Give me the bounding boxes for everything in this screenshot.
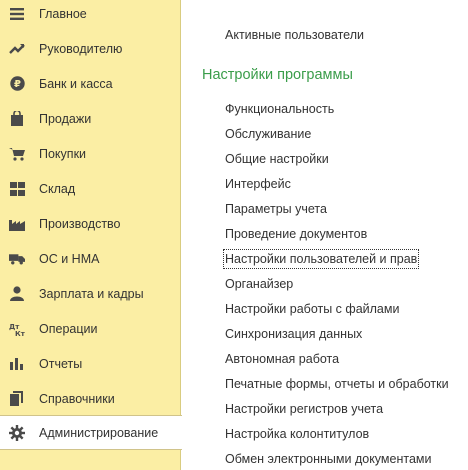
settings-link-document-posting[interactable]: Проведение документов [225, 226, 367, 242]
sidebar-item-production[interactable]: Производство [0, 206, 181, 241]
settings-link-organizer[interactable]: Органайзер [225, 276, 293, 292]
sidebar-item-operations[interactable]: Дт Кт Операции [0, 311, 181, 346]
sidebar-item-fixed-assets[interactable]: ОС и НМА [0, 241, 181, 276]
shopping-bag-icon [9, 111, 25, 127]
debit-credit-icon: Дт Кт [9, 321, 25, 337]
ruble-coin-icon: ₽ [9, 76, 25, 92]
sidebar-item-manager[interactable]: Руководителю [0, 31, 181, 66]
sidebar-item-label: Руководителю [39, 41, 123, 56]
sidebar-item-label: Покупки [39, 146, 87, 161]
sidebar: Главное Руководителю ₽ Банк и касса Прод… [0, 0, 182, 470]
active-users-link[interactable]: Активные пользователи [225, 27, 364, 43]
settings-link-interface[interactable]: Интерфейс [225, 176, 291, 192]
sidebar-item-administration[interactable]: Администрирование [0, 415, 182, 450]
factory-icon [9, 216, 25, 232]
svg-text:₽: ₽ [14, 79, 21, 90]
sidebar-item-label: Отчеты [39, 356, 83, 371]
sidebar-item-references[interactable]: Справочники [0, 381, 181, 416]
chart-trend-icon [9, 41, 25, 57]
menu-icon [9, 6, 25, 22]
warehouse-grid-icon [9, 181, 25, 197]
sidebar-item-label: Главное [39, 6, 87, 21]
settings-link-print-forms[interactable]: Печатные формы, отчеты и обработки [225, 376, 449, 392]
sidebar-item-sales[interactable]: Продажи [0, 101, 181, 136]
sidebar-item-label: Банк и касса [39, 76, 113, 91]
person-icon [9, 286, 25, 302]
sidebar-item-label: ОС и НМА [39, 251, 100, 266]
truck-icon [9, 251, 25, 267]
settings-link-accounting-params[interactable]: Параметры учета [225, 201, 327, 217]
settings-link-data-sync[interactable]: Синхронизация данных [225, 326, 362, 342]
settings-link-maintenance[interactable]: Обслуживание [225, 126, 311, 142]
books-icon [9, 391, 25, 407]
sidebar-item-purchases[interactable]: Покупки [0, 136, 181, 171]
settings-link-general[interactable]: Общие настройки [225, 151, 329, 167]
sidebar-item-label: Зарплата и кадры [39, 286, 144, 301]
settings-link-users-rights[interactable]: Настройки пользователей и прав [222, 249, 420, 269]
sidebar-item-bank[interactable]: ₽ Банк и касса [0, 66, 181, 101]
sidebar-item-label: Продажи [39, 111, 92, 126]
sidebar-item-label: Склад [39, 181, 76, 196]
sidebar-item-salary[interactable]: Зарплата и кадры [0, 276, 181, 311]
settings-link-offline[interactable]: Автономная работа [225, 351, 339, 367]
sidebar-item-label: Справочники [39, 391, 115, 406]
settings-link-registers[interactable]: Настройки регистров учета [225, 401, 383, 417]
gear-icon [9, 424, 25, 441]
main-content: Активные пользователи Настройки программ… [181, 0, 468, 470]
sidebar-item-label: Администрирование [39, 425, 159, 440]
bar-chart-icon [9, 356, 25, 372]
settings-link-functionality[interactable]: Функциональность [225, 101, 334, 117]
sidebar-item-label: Производство [39, 216, 121, 231]
section-title: Настройки программы [202, 67, 353, 83]
settings-link-edi[interactable]: Обмен электронными документами [225, 451, 431, 467]
settings-link-headers-footers[interactable]: Настройка колонтитулов [225, 426, 369, 442]
sidebar-item-label: Операции [39, 321, 98, 336]
sidebar-item-reports[interactable]: Отчеты [0, 346, 181, 381]
sidebar-item-main[interactable]: Главное [0, 0, 181, 31]
svg-text:Кт: Кт [15, 330, 25, 336]
settings-link-files[interactable]: Настройки работы с файлами [225, 301, 399, 317]
sidebar-item-warehouse[interactable]: Склад [0, 171, 181, 206]
cart-icon [9, 146, 25, 162]
